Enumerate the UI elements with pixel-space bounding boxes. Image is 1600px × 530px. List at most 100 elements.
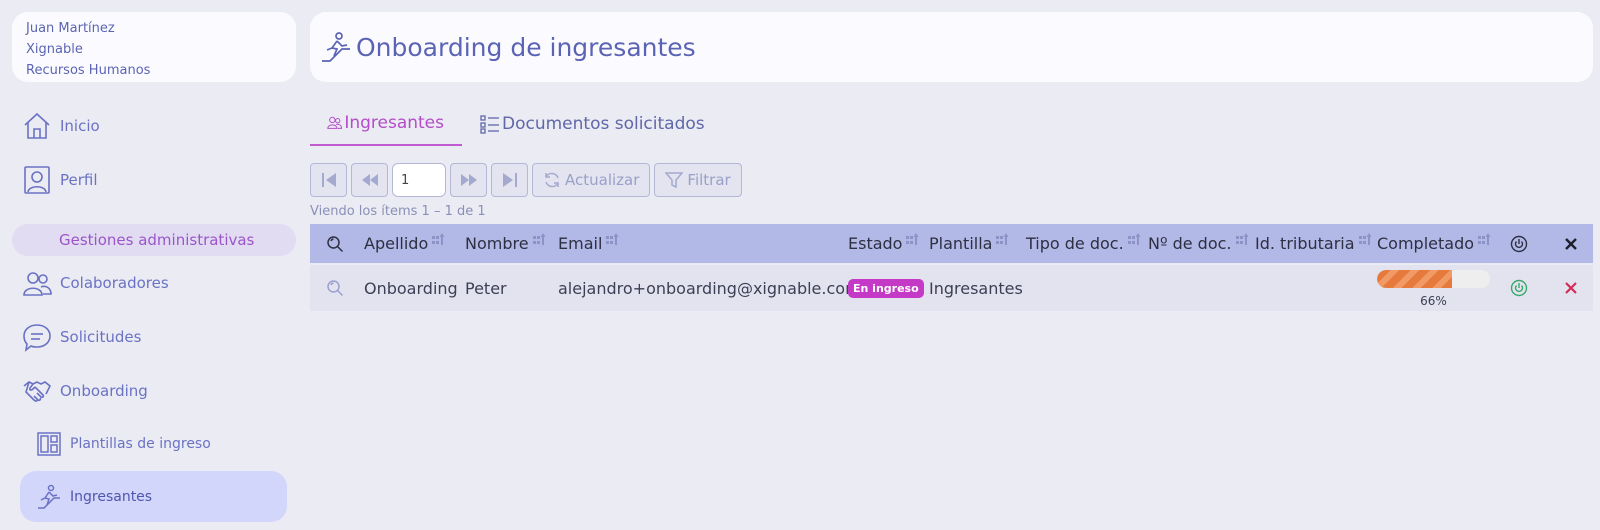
delete-row-button[interactable] [1564,265,1578,311]
table-header: Apellido Nombre Email Estado Plantilla T… [310,224,1593,263]
completion-percentage: 66% [1420,294,1447,308]
column-label: Id. tributaria [1255,234,1355,253]
sort-icon[interactable] [1127,232,1141,248]
profile-icon [22,165,52,195]
sort-icon[interactable] [532,232,546,248]
sidebar-item-perfil[interactable]: Perfil [0,164,300,196]
tab-label: Ingresantes [344,113,444,133]
progress-fill [1377,270,1452,288]
sidebar-item-solicitudes[interactable]: Solicitudes [0,321,300,353]
column-header-completado[interactable]: Completado [1377,224,1491,263]
sidebar-item-inicio[interactable]: Inicio [0,110,300,142]
column-header-estado[interactable]: Estado [848,224,919,263]
cell-email: alejandro+onboarding@xignable.com [558,278,861,298]
sidebar-item-label: Solicitudes [60,328,142,346]
cell-estado: En ingreso [848,265,924,311]
sidebar-item-label: Plantillas de ingreso [70,436,211,452]
sidebar-item-label: Ingresantes [70,488,153,505]
home-icon [22,111,52,141]
sidebar-item-plantillas[interactable]: Plantillas de ingreso [0,430,300,458]
search-column-button[interactable] [326,224,344,263]
next-page-button[interactable] [450,163,487,197]
status-badge: En ingreso [848,278,924,298]
sidebar-item-ingresantes[interactable]: Ingresantes [20,471,287,522]
column-header-email[interactable]: Email [558,224,619,263]
template-icon [36,431,62,457]
sidebar-item-colaboradores[interactable]: Colaboradores [0,267,300,299]
first-page-button[interactable] [310,163,347,197]
rewind-icon [361,174,378,186]
sort-icon[interactable] [431,232,445,248]
power-column-button[interactable] [1510,224,1528,263]
refresh-label: Actualizar [565,171,640,189]
cell-plantilla: Ingresantes [929,278,1023,298]
sort-icon[interactable] [1235,232,1249,248]
escalator-icon [320,31,352,63]
pagination-toolbar: Actualizar Filtrar [310,163,742,197]
row-search-button[interactable] [326,265,344,311]
handshake-icon [22,376,52,406]
sort-icon[interactable] [605,232,619,248]
sidebar-item-label: Perfil [60,171,98,189]
checklist-icon [480,115,499,134]
users-icon [327,116,343,129]
power-icon [1510,235,1528,252]
column-label: Apellido [364,234,429,253]
column-label: Estado [848,234,903,253]
filter-icon [665,172,684,189]
tab-ingresantes[interactable]: Ingresantes [310,102,462,146]
close-column-button[interactable] [1564,224,1578,263]
refresh-icon [545,172,559,188]
cell-nombre: Peter [465,278,507,298]
sidebar-item-onboarding[interactable]: Onboarding [0,375,300,407]
skip-first-icon [321,173,336,187]
chat-icon [22,322,52,352]
page-number-input[interactable] [392,163,446,197]
search-icon [327,280,344,297]
cell-apellido: Onboarding [364,278,458,298]
filter-label: Filtrar [687,171,731,189]
sidebar-item-label: Onboarding [60,382,148,400]
column-label: Completado [1377,234,1475,253]
column-label: Nº de doc. [1148,234,1232,253]
column-header-id-tributaria[interactable]: Id. tributaria [1255,224,1372,263]
sidebar-item-label: Inicio [60,117,100,135]
refresh-button[interactable]: Actualizar [532,163,651,197]
column-label: Tipo de doc. [1026,234,1124,253]
sort-icon[interactable] [1477,232,1491,248]
page-title: Onboarding de ingresantes [356,32,696,62]
sort-icon[interactable] [995,232,1009,248]
column-header-plantilla[interactable]: Plantilla [929,224,1009,263]
user-name: Juan Martínez [26,21,115,36]
last-page-button[interactable] [491,163,528,197]
column-header-apellido[interactable]: Apellido [364,224,445,263]
sidebar-item-label: Colaboradores [60,274,169,292]
table-row[interactable]: Onboarding Peter alejandro+onboarding@xi… [310,265,1593,311]
close-icon [1565,237,1577,250]
previous-page-button[interactable] [351,163,388,197]
items-info: Viendo los ítems 1 – 1 de 1 [310,204,486,219]
column-header-nombre[interactable]: Nombre [465,224,546,263]
users-icon [22,268,52,298]
column-label: Nombre [465,234,529,253]
search-icon [327,235,344,252]
tab-documentos-solicitados[interactable]: Documentos solicitados [462,102,723,146]
power-icon [1510,279,1528,297]
column-label: Plantilla [929,234,993,253]
page-header: Onboarding de ingresantes [310,12,1593,82]
column-header-num-doc[interactable]: Nº de doc. [1148,224,1249,263]
tab-label: Documentos solicitados [502,114,705,134]
activate-button[interactable] [1510,265,1528,311]
column-header-tipo-doc[interactable]: Tipo de doc. [1026,224,1141,263]
tab-bar: Ingresantes Documentos solicitados [310,102,723,146]
skip-last-icon [502,173,517,187]
column-label: Email [558,234,603,253]
sort-icon[interactable] [1358,232,1372,248]
filter-button[interactable]: Filtrar [654,163,742,197]
user-department: Recursos Humanos [26,63,151,78]
fast-forward-icon [460,174,477,186]
sort-icon[interactable] [905,232,919,248]
user-company: Xignable [26,42,83,57]
sidebar-section-gestiones: Gestiones administrativas [12,224,296,256]
escalator-icon [36,484,62,510]
